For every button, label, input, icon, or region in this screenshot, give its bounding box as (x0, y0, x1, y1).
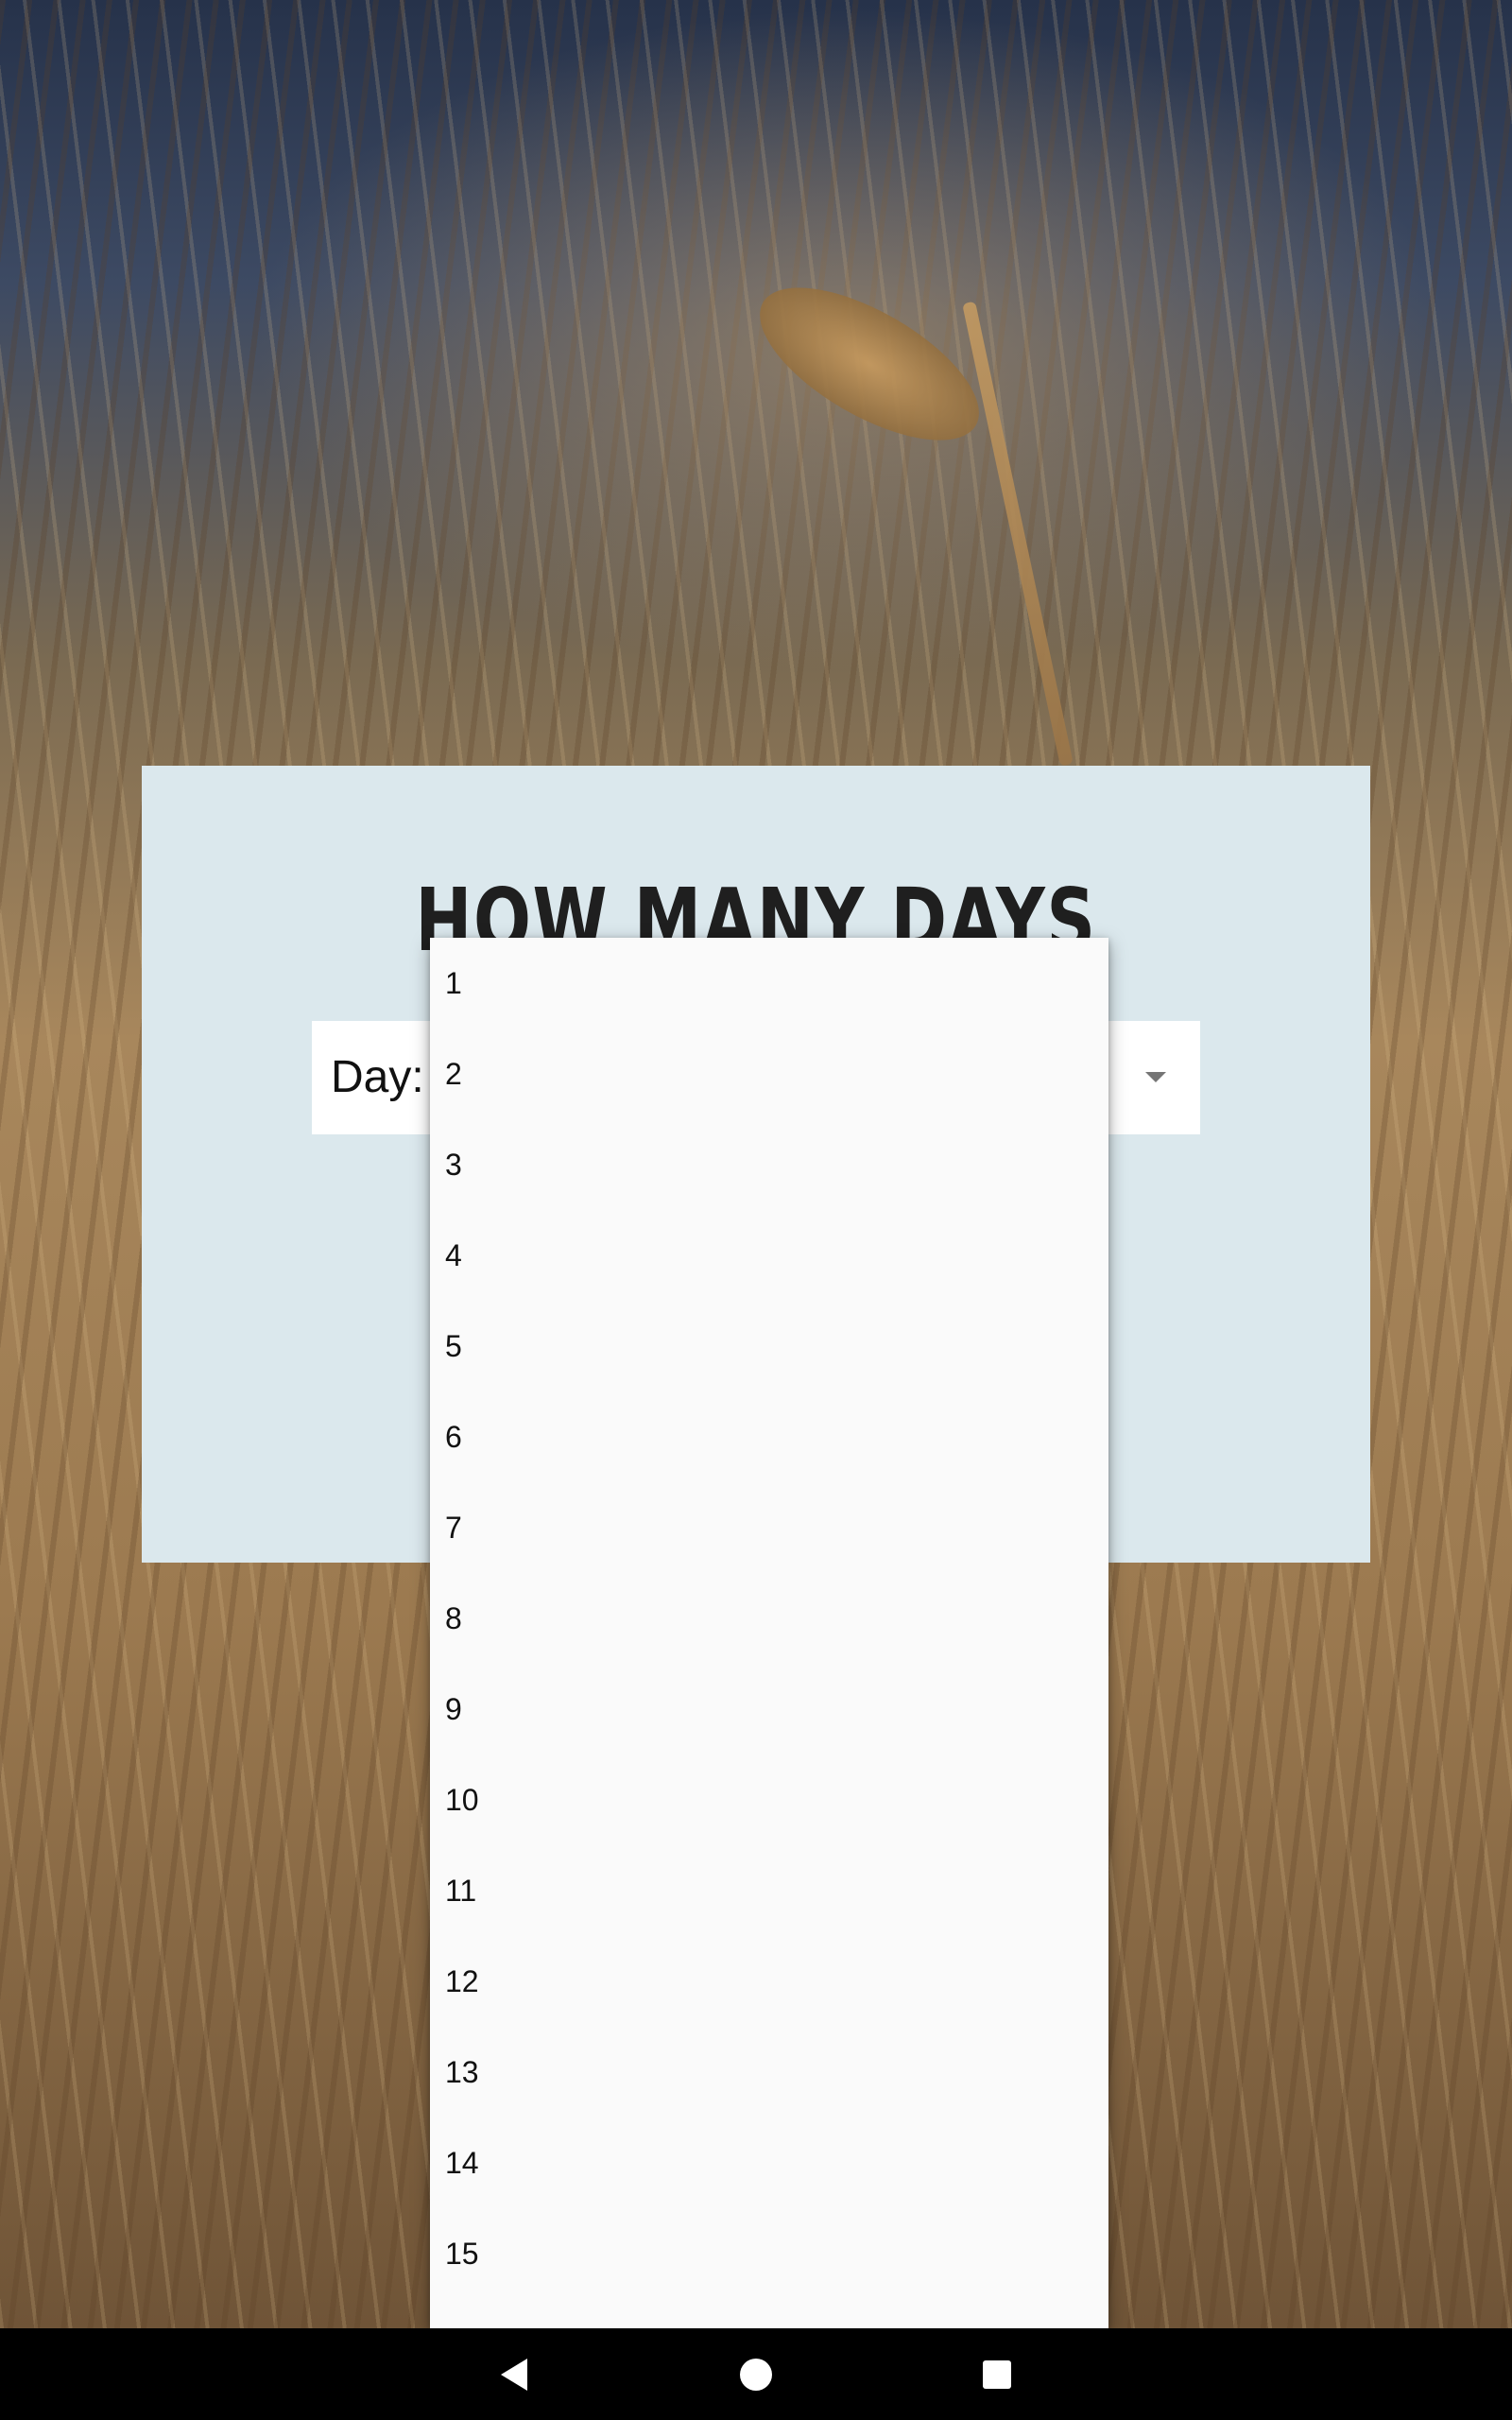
recents-icon[interactable] (983, 2360, 1011, 2389)
home-icon[interactable] (740, 2359, 772, 2391)
dropdown-item-15[interactable]: 15 (430, 2208, 1108, 2299)
dropdown-item-9[interactable]: 9 (430, 1664, 1108, 1754)
dropdown-item-2[interactable]: 2 (430, 1028, 1108, 1119)
dropdown-item-3[interactable]: 3 (430, 1119, 1108, 1210)
day-label: Day: (331, 1052, 424, 1102)
dropdown-item-5[interactable]: 5 (430, 1301, 1108, 1392)
dropdown-item-11[interactable]: 11 (430, 1845, 1108, 1936)
dropdown-item-10[interactable]: 10 (430, 1754, 1108, 1845)
dropdown-item-12[interactable]: 12 (430, 1936, 1108, 2027)
app-screen: HOW MANY DAYS Day: 1 2 3 4 5 6 7 8 9 10 … (0, 0, 1512, 2420)
dropdown-item-7[interactable]: 7 (430, 1482, 1108, 1573)
dropdown-item-6[interactable]: 6 (430, 1392, 1108, 1482)
dropdown-item-4[interactable]: 4 (430, 1210, 1108, 1301)
chevron-down-icon[interactable] (1145, 1072, 1166, 1082)
system-navigation-bar (0, 2328, 1512, 2420)
dropdown-item-8[interactable]: 8 (430, 1573, 1108, 1664)
dropdown-item-1[interactable]: 1 (430, 938, 1108, 1028)
dropdown-item-13[interactable]: 13 (430, 2027, 1108, 2118)
day-dropdown-list[interactable]: 1 2 3 4 5 6 7 8 9 10 11 12 13 14 15 (430, 938, 1108, 2328)
back-icon[interactable] (501, 2359, 527, 2391)
dropdown-item-14[interactable]: 14 (430, 2118, 1108, 2208)
